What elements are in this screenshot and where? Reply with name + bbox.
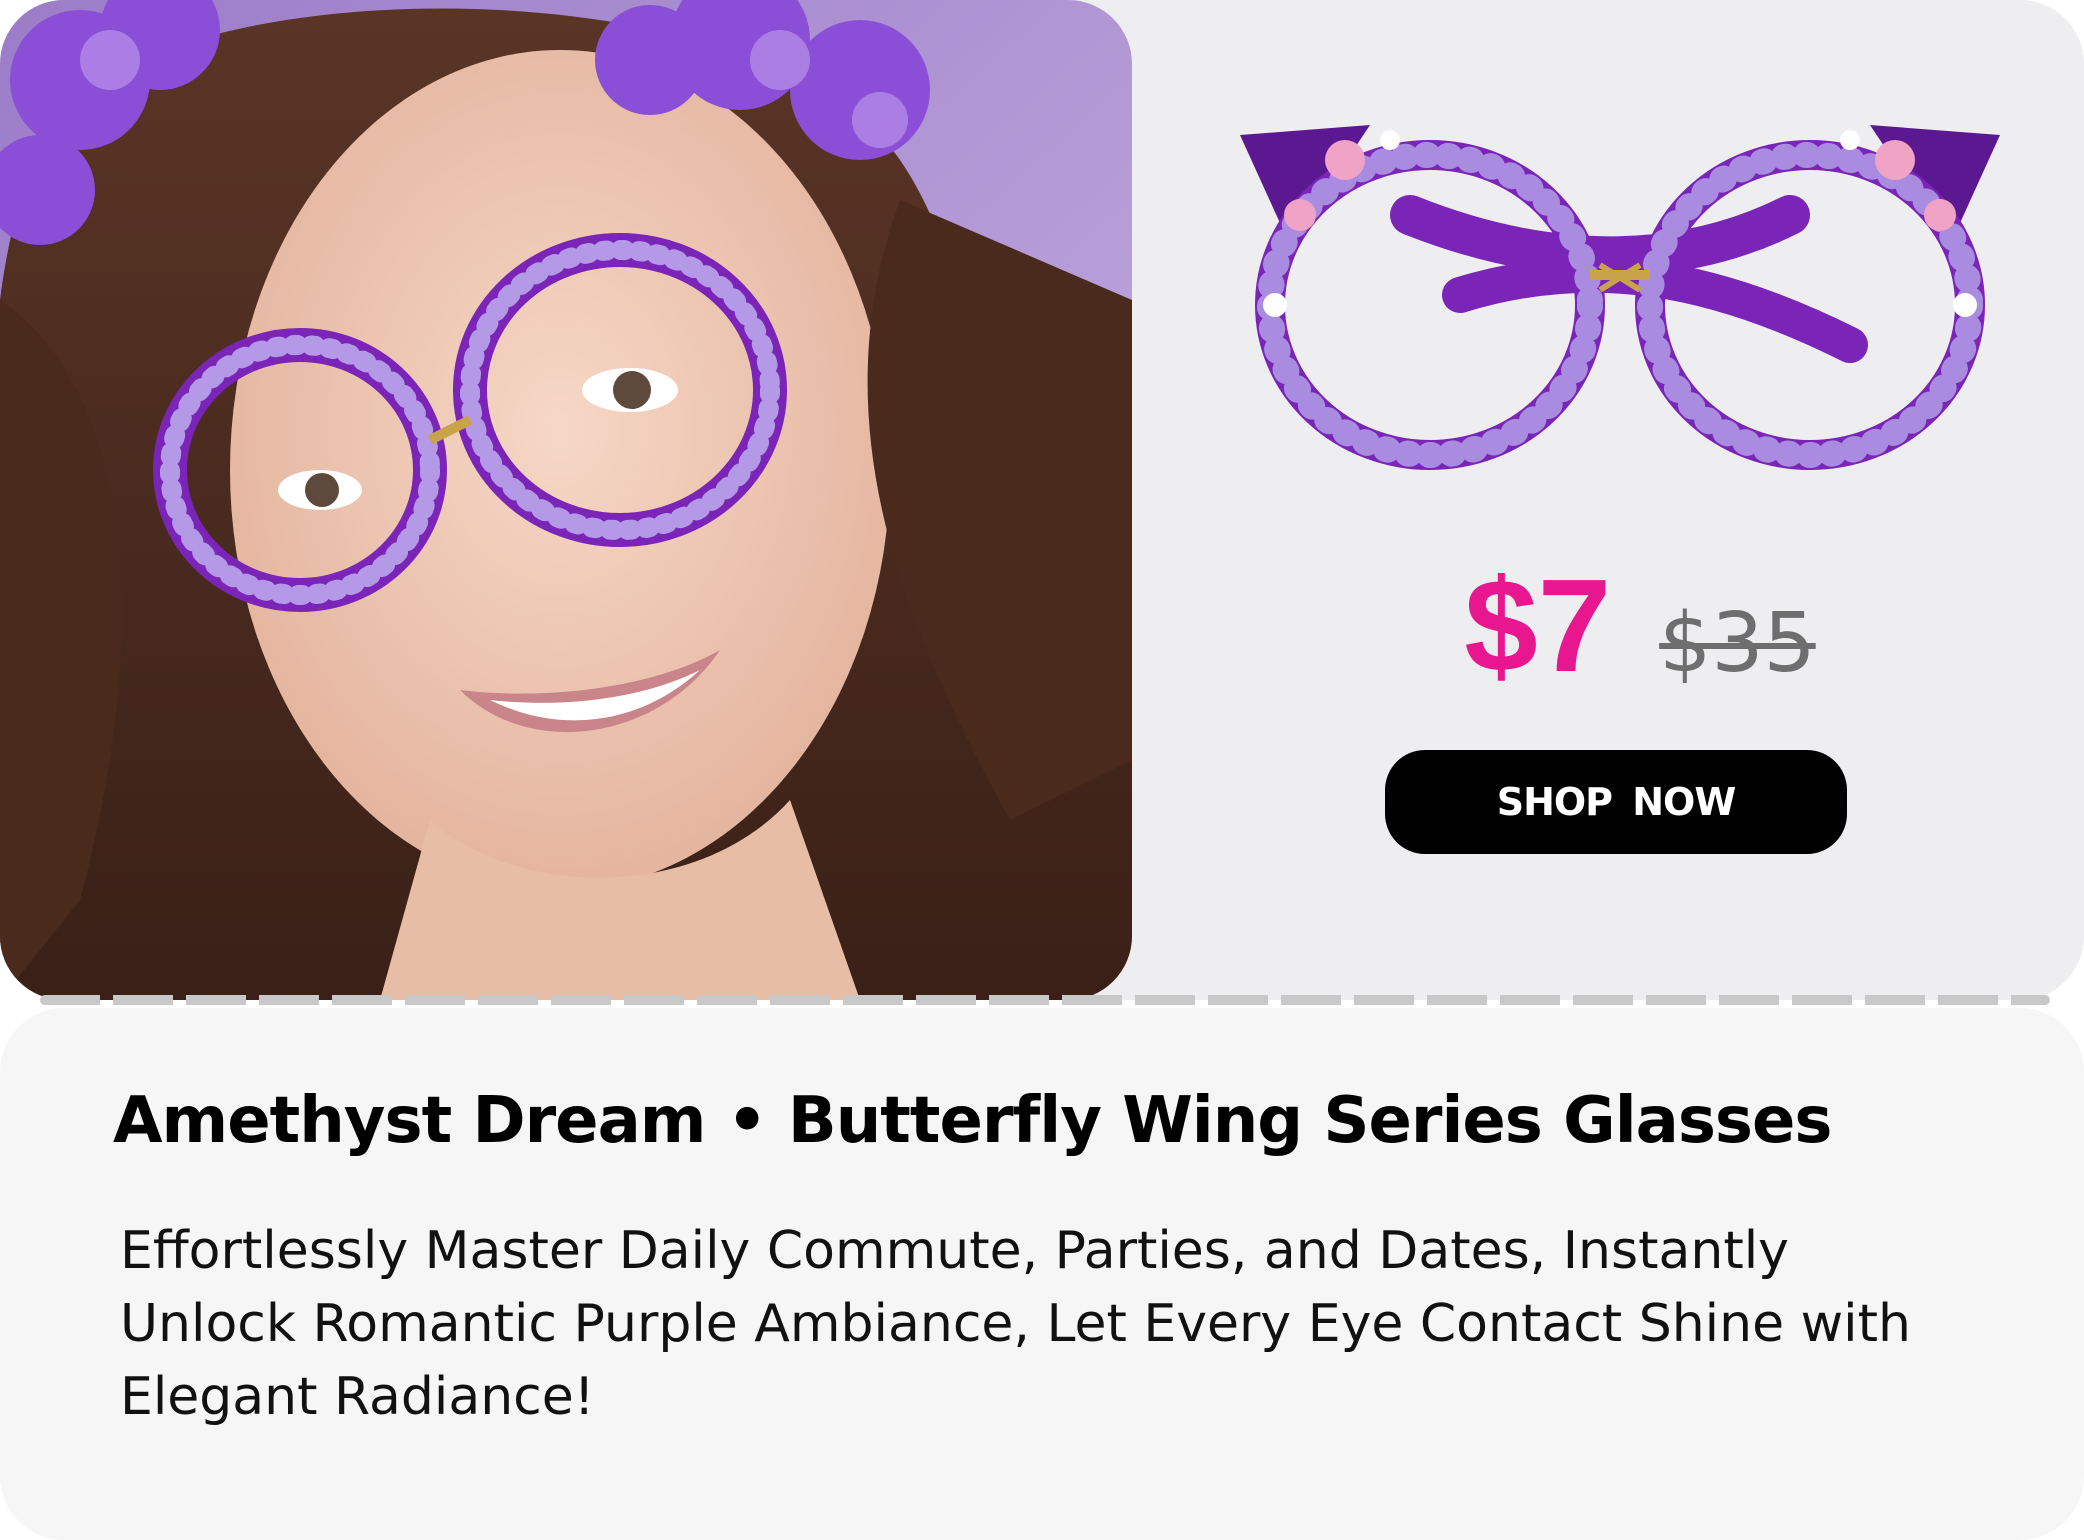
product-title: Amethyst Dream • Butterfly Wing Series G… bbox=[113, 1084, 1832, 1158]
original-price: $35 bbox=[1659, 596, 1816, 691]
shop-now-button[interactable]: SHOP NOW bbox=[1385, 750, 1847, 854]
product-description: Effortlessly Master Daily Commute, Parti… bbox=[120, 1221, 1911, 1427]
model-wearing-glasses-image bbox=[0, 0, 1132, 1000]
glasses-product-image bbox=[1230, 105, 2010, 485]
dashed-divider bbox=[40, 995, 2050, 1005]
current-price: $7 bbox=[1464, 552, 1612, 699]
price-row: $7 $35 bbox=[1380, 560, 1900, 700]
